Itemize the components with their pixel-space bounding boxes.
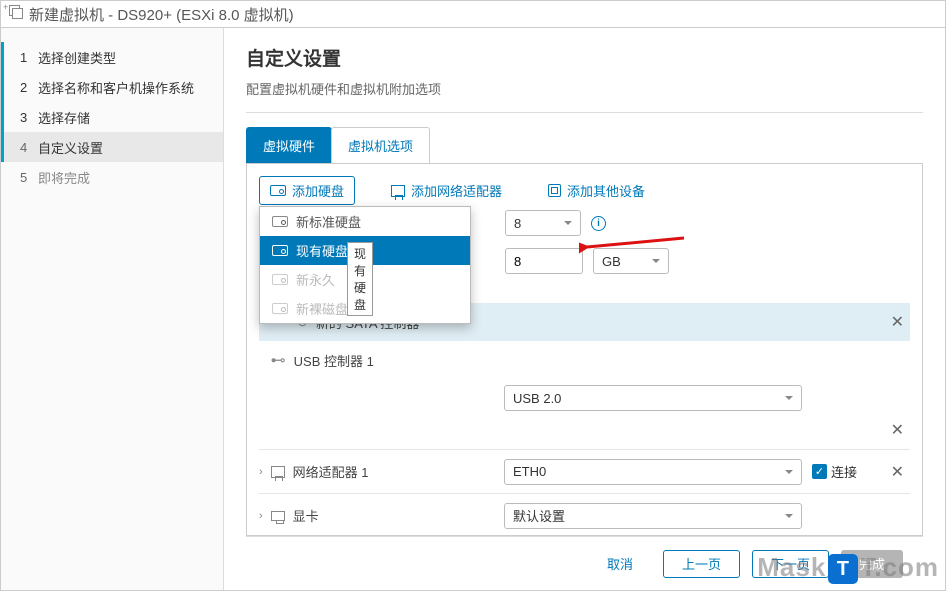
- hdd-icon: [272, 303, 288, 314]
- hdd-icon: [272, 274, 288, 285]
- remove-nic-button[interactable]: ✕: [891, 462, 904, 482]
- wizard-sidebar: 1选择创建类型 2选择名称和客户机操作系统 3选择存储 4自定义设置 5即将完成: [1, 28, 224, 590]
- page-title: 自定义设置: [246, 44, 923, 71]
- usb-icon: [271, 351, 286, 369]
- row-network-adapter: ›网络适配器 1 ETH0 ✓连接 ✕: [259, 449, 910, 487]
- info-icon[interactable]: i: [591, 216, 606, 231]
- existing-disk-tooltip: 现有硬盘: [347, 242, 373, 316]
- chevron-right-icon[interactable]: ›: [259, 510, 263, 522]
- hdd-icon: [270, 185, 286, 196]
- back-button[interactable]: 上一页: [663, 550, 740, 578]
- row-usb-value: USB 2.0: [259, 379, 910, 417]
- monitor-icon: [271, 511, 285, 521]
- cancel-button[interactable]: 取消: [589, 550, 651, 578]
- menu-new-standard-disk[interactable]: 新标准硬盘: [260, 207, 470, 236]
- step-custom-settings[interactable]: 4自定义设置: [1, 132, 223, 162]
- divider: [246, 112, 923, 113]
- tabs: 虚拟硬件 虚拟机选项: [246, 127, 923, 164]
- hdd-icon: [272, 245, 288, 256]
- new-vm-dialog: + 新建虚拟机 - DS920+ (ESXi 8.0 虚拟机) 1选择创建类型 …: [0, 0, 946, 591]
- tab-vm-options[interactable]: 虚拟机选项: [331, 127, 430, 163]
- tab-virtual-hardware[interactable]: 虚拟硬件: [246, 127, 332, 163]
- page-subtitle: 配置虚拟机硬件和虚拟机附加选项: [246, 79, 923, 98]
- step-storage[interactable]: 3选择存储: [1, 102, 223, 132]
- row-video-card: ›显卡 默认设置: [259, 493, 910, 531]
- usb-type-select[interactable]: USB 2.0: [504, 385, 802, 411]
- nic-connect-checkbox[interactable]: ✓连接: [812, 462, 857, 481]
- add-disk-button[interactable]: 添加硬盘: [259, 176, 355, 205]
- step-create-type[interactable]: 1选择创建类型: [1, 42, 223, 72]
- annotation-arrow: [579, 234, 689, 254]
- row-usb-remove: ✕: [259, 417, 910, 443]
- memory-size-input[interactable]: [505, 248, 583, 274]
- dialog-body: 1选择创建类型 2选择名称和客户机操作系统 3选择存储 4自定义设置 5即将完成…: [1, 27, 945, 590]
- dialog-footer: 取消 上一页 下一页 完成: [246, 536, 923, 590]
- main-panel: 自定义设置 配置虚拟机硬件和虚拟机附加选项 虚拟硬件 虚拟机选项 添加硬盘 新标…: [224, 28, 945, 590]
- hardware-panel: 添加硬盘 新标准硬盘 现有硬盘 新永久 新裸磁盘 现有硬盘 添: [246, 164, 923, 536]
- action-bar: 添加硬盘 新标准硬盘 现有硬盘 新永久 新裸磁盘 现有硬盘 添: [259, 176, 910, 205]
- step-ready[interactable]: 5即将完成: [1, 162, 223, 192]
- chevron-right-icon[interactable]: ›: [259, 466, 263, 478]
- add-other-device-button[interactable]: 添加其他设备: [538, 177, 655, 204]
- gpu-settings-select[interactable]: 默认设置: [504, 503, 802, 529]
- dialog-title: 新建虚拟机 - DS920+ (ESXi 8.0 虚拟机): [29, 4, 294, 25]
- remove-usb-button[interactable]: ✕: [891, 420, 904, 440]
- nic-icon: [271, 466, 285, 478]
- hdd-icon: [272, 216, 288, 227]
- next-button[interactable]: 下一页: [752, 550, 829, 578]
- finish-button: 完成: [841, 550, 903, 578]
- remove-sata-button[interactable]: ✕: [891, 312, 904, 332]
- add-nic-button[interactable]: 添加网络适配器: [381, 177, 512, 204]
- nic-network-select[interactable]: ETH0: [504, 459, 802, 485]
- step-name-os[interactable]: 2选择名称和客户机操作系统: [1, 72, 223, 102]
- vm-stack-icon: +: [9, 5, 23, 23]
- device-icon: [548, 184, 561, 197]
- row-usb-controller: ›USB 控制器 1: [259, 341, 910, 379]
- dialog-header: + 新建虚拟机 - DS920+ (ESXi 8.0 虚拟机): [1, 1, 945, 27]
- cpu-count-select[interactable]: 8: [505, 210, 581, 236]
- nic-icon: [391, 185, 405, 197]
